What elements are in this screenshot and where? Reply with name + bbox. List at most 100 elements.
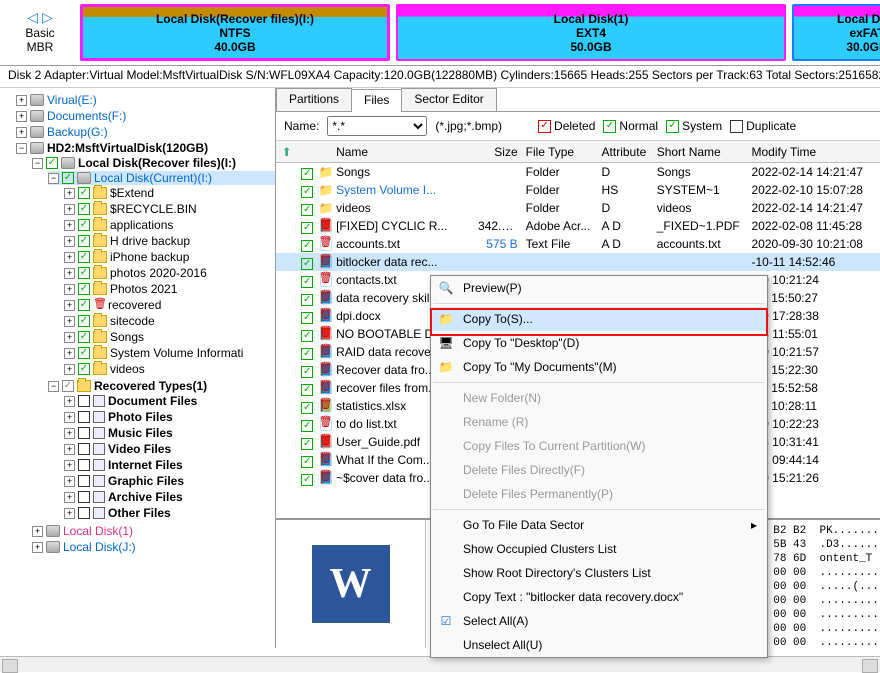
checkbox[interactable]: [301, 456, 313, 468]
tree-item[interactable]: + Local Disk(J:): [32, 540, 275, 554]
partition-block-1[interactable]: Local Disk(1) EXT4 50.0GB: [396, 4, 786, 61]
expander-icon[interactable]: +: [64, 252, 75, 263]
name-filter[interactable]: *.*: [327, 116, 427, 136]
expander-icon[interactable]: +: [16, 95, 27, 106]
menu-show-occupied[interactable]: Show Occupied Clusters List: [431, 537, 767, 561]
expander-icon[interactable]: −: [16, 143, 27, 154]
expander-icon[interactable]: +: [64, 284, 75, 295]
checkbox[interactable]: [78, 315, 90, 327]
file-row[interactable]: 📁 System Volume I... Folder HS SYSTEM~1 …: [276, 181, 880, 199]
tab-files[interactable]: Files: [351, 89, 402, 112]
menu-select-all[interactable]: ☑Select All(A): [431, 609, 767, 633]
expander-icon[interactable]: +: [64, 428, 75, 439]
up-icon[interactable]: ⬆: [276, 143, 297, 161]
menu-unselect-all[interactable]: Unselect All(U): [431, 633, 767, 657]
checkbox[interactable]: [301, 168, 313, 180]
tree-item[interactable]: + H drive backup: [64, 234, 275, 248]
tree-item[interactable]: + Documents(F:): [16, 109, 275, 123]
expander-icon[interactable]: +: [64, 492, 75, 503]
expander-icon[interactable]: +: [16, 127, 27, 138]
tree-item[interactable]: + $Extend: [64, 186, 275, 200]
tab-sector-editor[interactable]: Sector Editor: [401, 88, 496, 111]
menu-copy-to[interactable]: 📁Copy To(S)...: [431, 307, 767, 331]
filter-duplicate[interactable]: Duplicate: [730, 119, 796, 133]
tree-item[interactable]: + System Volume Informati: [64, 346, 275, 360]
file-row[interactable]: 📕 [FIXED] CYCLIC R... 342.4... Adobe Acr…: [276, 217, 880, 235]
checkbox[interactable]: [78, 411, 90, 423]
tree-item[interactable]: + $RECYCLE.BIN: [64, 202, 275, 216]
tree-item[interactable]: + Music Files: [64, 426, 275, 440]
tree-item[interactable]: + Internet Files: [64, 458, 275, 472]
tree-item[interactable]: + Songs: [64, 330, 275, 344]
expander-icon[interactable]: +: [64, 316, 75, 327]
checkbox[interactable]: [301, 438, 313, 450]
partition-map[interactable]: Local Disk(Recover files)(I:) NTFS 40.0G…: [80, 0, 880, 65]
checkbox[interactable]: [301, 294, 313, 306]
checkbox[interactable]: [78, 347, 90, 359]
checkbox[interactable]: [301, 240, 313, 252]
checkbox[interactable]: [62, 380, 74, 392]
expander-icon[interactable]: +: [64, 364, 75, 375]
checkbox[interactable]: [301, 204, 313, 216]
checkbox[interactable]: [78, 491, 90, 503]
directory-tree[interactable]: + Virual(E:) + Documents(F:) + Backup(G:…: [0, 88, 276, 648]
checkbox[interactable]: [301, 258, 313, 270]
file-row[interactable]: 📄 accounts.txt 575 B Text File A D accou…: [276, 235, 880, 253]
horizontal-scrollbar[interactable]: [0, 656, 880, 672]
checkbox[interactable]: [78, 251, 90, 263]
menu-show-root[interactable]: Show Root Directory's Clusters List: [431, 561, 767, 585]
checkbox[interactable]: [62, 172, 74, 184]
tree-item[interactable]: + recovered: [64, 298, 275, 312]
checkbox[interactable]: [78, 427, 90, 439]
tree-item[interactable]: − HD2:MsftVirtualDisk(120GB): [16, 141, 275, 155]
tree-item[interactable]: + videos: [64, 362, 275, 376]
tree-item[interactable]: + Photo Files: [64, 410, 275, 424]
expander-icon[interactable]: +: [64, 188, 75, 199]
expander-icon[interactable]: +: [64, 508, 75, 519]
expander-icon[interactable]: +: [64, 300, 75, 311]
nav-arrows[interactable]: ◁▷: [27, 10, 53, 24]
checkbox[interactable]: [301, 366, 313, 378]
expander-icon[interactable]: +: [64, 204, 75, 215]
file-list-header[interactable]: ⬆ Name Size File Type Attribute Short Na…: [276, 141, 880, 163]
tree-item[interactable]: − Local Disk(Recover files)(I:): [32, 156, 275, 170]
tab-bar[interactable]: Partitions Files Sector Editor: [276, 88, 880, 112]
checkbox[interactable]: [78, 443, 90, 455]
tab-partitions[interactable]: Partitions: [276, 88, 352, 111]
filter-deleted[interactable]: Deleted: [538, 119, 595, 133]
checkbox[interactable]: [301, 330, 313, 342]
expander-icon[interactable]: +: [32, 542, 43, 553]
menu-copy-mydocs[interactable]: 📁Copy To "My Documents"(M): [431, 355, 767, 379]
tree-item[interactable]: + Photos 2021: [64, 282, 275, 296]
tree-item[interactable]: + Other Files: [64, 506, 275, 520]
tree-item[interactable]: + sitecode: [64, 314, 275, 328]
tree-item[interactable]: + Document Files: [64, 394, 275, 408]
tree-item[interactable]: + photos 2020-2016: [64, 266, 275, 280]
checkbox[interactable]: [78, 203, 90, 215]
checkbox[interactable]: [301, 348, 313, 360]
tree-item[interactable]: + Virual(E:): [16, 93, 275, 107]
context-menu[interactable]: 🔍Preview(P) 📁Copy To(S)... 🖥Copy To "Des…: [430, 275, 768, 658]
checkbox[interactable]: [78, 363, 90, 375]
menu-goto-sector[interactable]: Go To File Data Sector▸: [431, 513, 767, 537]
checkbox[interactable]: [78, 187, 90, 199]
checkbox[interactable]: [301, 222, 313, 234]
checkbox[interactable]: [301, 402, 313, 414]
expander-icon[interactable]: −: [48, 381, 59, 392]
checkbox[interactable]: [78, 267, 90, 279]
expander-icon[interactable]: +: [64, 348, 75, 359]
filter-system[interactable]: System: [666, 119, 722, 133]
checkbox[interactable]: [78, 283, 90, 295]
menu-copy-desktop[interactable]: 🖥Copy To "Desktop"(D): [431, 331, 767, 355]
filter-normal[interactable]: Normal: [603, 119, 658, 133]
expander-icon[interactable]: +: [64, 332, 75, 343]
checkbox[interactable]: [78, 475, 90, 487]
expander-icon[interactable]: +: [64, 412, 75, 423]
expander-icon[interactable]: +: [64, 460, 75, 471]
checkbox[interactable]: [301, 384, 313, 396]
menu-copy-text[interactable]: Copy Text : "bitlocker data recovery.doc…: [431, 585, 767, 609]
checkbox[interactable]: [46, 157, 58, 169]
checkbox[interactable]: [78, 395, 90, 407]
tree-item[interactable]: + Video Files: [64, 442, 275, 456]
tree-item[interactable]: + Backup(G:): [16, 125, 275, 139]
